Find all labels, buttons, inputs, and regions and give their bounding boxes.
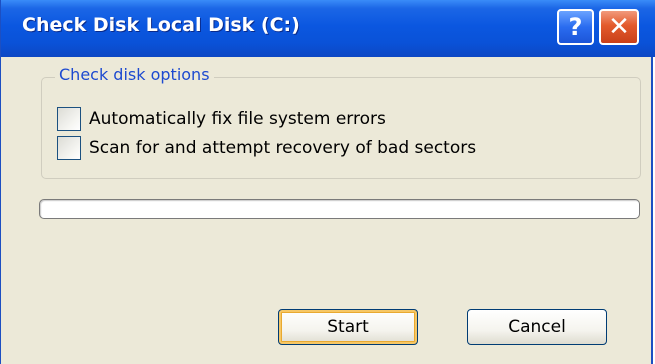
- progress-bar: [39, 199, 640, 219]
- cancel-button-label: Cancel: [508, 317, 566, 337]
- title-bar[interactable]: Check Disk Local Disk (C:) ? ✕: [1, 0, 655, 57]
- check-disk-dialog: Check Disk Local Disk (C:) ? ✕ Check dis…: [0, 0, 655, 364]
- close-button[interactable]: ✕: [599, 9, 639, 45]
- option-fix-errors[interactable]: Automatically fix file system errors: [57, 107, 386, 131]
- help-icon: ?: [568, 13, 583, 41]
- cancel-button[interactable]: Cancel: [467, 309, 607, 345]
- fix-errors-checkbox[interactable]: [57, 107, 81, 131]
- scan-bad-sectors-label[interactable]: Scan for and attempt recovery of bad sec…: [89, 138, 476, 158]
- group-legend: Check disk options: [55, 65, 214, 84]
- close-icon: ✕: [608, 12, 630, 42]
- fix-errors-label[interactable]: Automatically fix file system errors: [89, 109, 386, 129]
- window-title: Check Disk Local Disk (C:): [22, 14, 300, 36]
- start-button[interactable]: Start: [278, 309, 418, 345]
- scan-bad-sectors-checkbox[interactable]: [57, 136, 81, 160]
- option-scan-bad-sectors[interactable]: Scan for and attempt recovery of bad sec…: [57, 136, 476, 160]
- start-button-label: Start: [327, 317, 369, 337]
- help-button[interactable]: ?: [557, 9, 594, 45]
